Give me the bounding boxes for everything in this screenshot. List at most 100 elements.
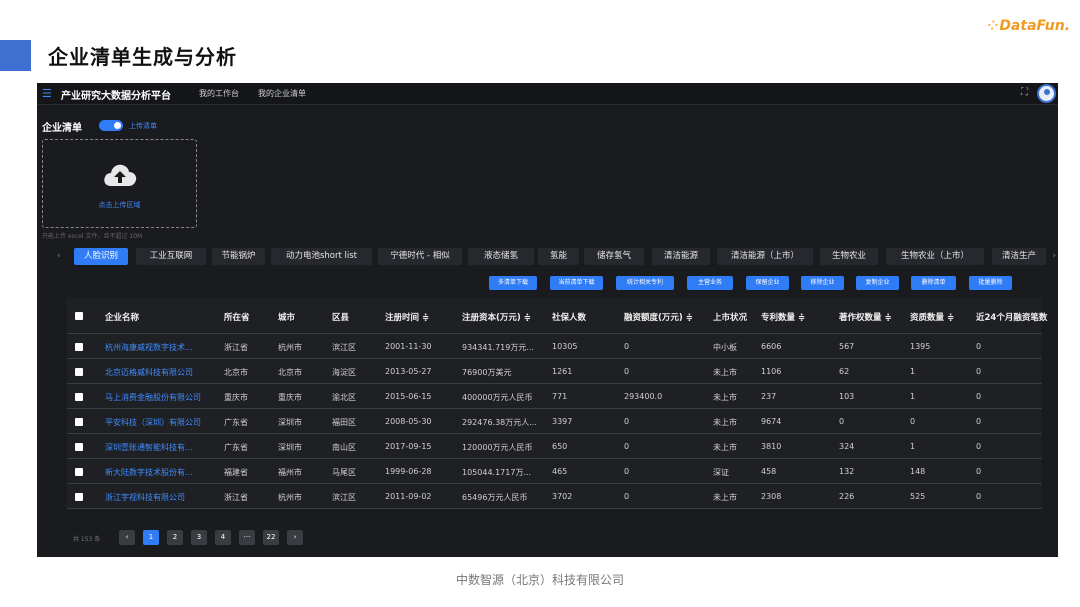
col-patent-count[interactable]: 专利数量 ≑ [761,311,805,323]
company-name-link[interactable]: 平安科技（深圳）有限公司 [105,417,217,428]
copyright-count-cell: 132 [839,467,855,476]
page-ellipsis-button[interactable]: ··· [239,530,255,545]
col-copyright-count[interactable]: 著作权数量 ≑ [839,311,892,323]
tab-catl-similar[interactable]: 宁德时代 - 相似 [378,248,462,265]
menu-icon[interactable]: ☰ [42,87,52,100]
qualification-count-cell: 1395 [910,342,931,351]
fullscreen-icon[interactable]: ⛶ [1021,87,1028,98]
financing-24m-cell: 0 [976,417,982,426]
company-name-link[interactable]: 新大陆数字技术股份有... [105,467,217,478]
tab-clean-production[interactable]: 清洁生产 [992,248,1046,265]
tab-face-recognition[interactable]: 人脸识别 [74,248,128,265]
col-listing-status[interactable]: 上市状况 [713,311,747,323]
city-cell: 重庆市 [278,393,302,402]
tab-hydrogen-energy[interactable]: 氢能 [538,248,579,265]
batch-delete-button[interactable]: 批量删除 [969,276,1012,290]
tab-clean-energy-listed[interactable]: 清洁能源（上市） [717,248,813,265]
table-row[interactable]: 浙江宇视科技有限公司 浙江省 杭州市 滨江区 2011-09-02 65496万… [67,484,1042,509]
social-security-cell: 650 [552,442,568,451]
page-next-button[interactable]: › [287,530,303,545]
tab-bio-agriculture[interactable]: 生物农业 [820,248,878,265]
register-capital-cell: 105044.1717万... [462,468,532,477]
main-business-button[interactable]: 主营业务 [687,276,733,290]
company-list-label: 企业清单 [42,123,82,134]
logo-dots-icon: ⁘ [987,19,999,34]
listing-status-cell: 未上市 [713,443,737,452]
page-4-button[interactable]: 4 [215,530,231,545]
qualification-count-cell: 525 [910,492,926,501]
copyright-count-cell: 226 [839,492,855,501]
table-row[interactable]: 杭州海康威视数字技术... 浙江省 杭州市 滨江区 2001-11-30 934… [67,334,1042,359]
page-prev-button[interactable]: ‹ [119,530,135,545]
page-22-button[interactable]: 22 [263,530,279,545]
copy-company-button[interactable]: 复制企业 [856,276,899,290]
nav-my-company-list[interactable]: 我的企业清单 [258,88,306,99]
nav-my-workbench[interactable]: 我的工作台 [199,88,239,99]
register-capital-cell: 934341.719万元... [462,343,534,352]
tab-clean-energy[interactable]: 清洁能源 [652,248,710,265]
tab-bio-agriculture-listed[interactable]: 生物农业（上市） [886,248,984,265]
table-row[interactable]: 新大陆数字技术股份有... 福建省 福州市 马尾区 1999-06-28 105… [67,459,1042,484]
row-checkbox[interactable] [75,493,83,501]
select-all-checkbox[interactable] [75,312,83,320]
company-name-link[interactable]: 浙江宇视科技有限公司 [105,492,217,503]
tab-industrial-internet[interactable]: 工业互联网 [136,248,206,265]
col-register-date[interactable]: 注册时间 ≑ [385,311,429,323]
col-company-name[interactable]: 企业名称 [105,311,139,323]
table-row[interactable]: 马上消费金融股份有限公司 重庆市 重庆市 渝北区 2015-06-15 4000… [67,384,1042,409]
row-checkbox[interactable] [75,343,83,351]
district-cell: 南山区 [332,443,356,452]
table-row[interactable]: 深圳壹账通智能科技有... 广东省 深圳市 南山区 2017-09-15 120… [67,434,1042,459]
col-qualification-count[interactable]: 资质数量 ≑ [910,311,954,323]
province-cell: 浙江省 [224,343,248,352]
row-checkbox[interactable] [75,393,83,401]
upload-toggle[interactable] [99,120,123,131]
financing-24m-cell: 0 [976,492,982,501]
col-district[interactable]: 区县 [332,311,349,323]
upload-dropzone[interactable]: 点击上传区域 [42,139,197,228]
financing-amount-cell: 0 [624,442,630,451]
page-2-button[interactable]: 2 [167,530,183,545]
row-checkbox[interactable] [75,368,83,376]
financing-amount-cell: 0 [624,367,630,376]
datafun-logo: ⁘DataFun. [987,18,1070,34]
col-register-capital[interactable]: 注册资本(万元) ≑ [462,311,531,323]
financing-amount-cell: 0 [624,492,630,501]
col-social-security[interactable]: 社保人数 [552,311,586,323]
tab-power-battery[interactable]: 动力电池short list [271,248,372,265]
tab-energy-boiler[interactable]: 节能锅炉 [212,248,265,265]
company-name-link[interactable]: 马上消费金融股份有限公司 [105,392,217,403]
remove-company-button[interactable]: 移除企业 [801,276,844,290]
tab-prev-icon[interactable]: ‹ [57,251,61,261]
company-name-link[interactable]: 北京迈格威科技有限公司 [105,367,217,378]
row-checkbox[interactable] [75,468,83,476]
district-cell: 福田区 [332,418,356,427]
page-3-button[interactable]: 3 [191,530,207,545]
company-name-link[interactable]: 深圳壹账通智能科技有... [105,442,217,453]
district-cell: 海淀区 [332,368,356,377]
company-name-link[interactable]: 杭州海康威视数字技术... [105,342,217,353]
copyright-count-cell: 62 [839,367,850,376]
table-row[interactable]: 平安科技（深圳）有限公司 广东省 深圳市 福田区 2008-05-30 2924… [67,409,1042,434]
col-financing-24m[interactable]: 近24个月融资笔数 [976,311,1047,323]
current-list-download-button[interactable]: 当前清单下载 [550,276,603,290]
row-checkbox[interactable] [75,443,83,451]
patent-count-cell: 237 [761,392,777,401]
patent-stats-button[interactable]: 统计相关专利 [616,276,674,290]
keep-company-button[interactable]: 保留企业 [746,276,789,290]
col-province[interactable]: 所在省 [224,311,250,323]
district-cell: 滨江区 [332,493,356,502]
page-1-button[interactable]: 1 [143,530,159,545]
slide: 企业清单生成与分析 ⁘DataFun. ☰ 产业研究大数据分析平台 我的工作台 … [0,0,1080,607]
col-city[interactable]: 城市 [278,311,295,323]
tab-next-icon[interactable]: › [1052,251,1056,261]
table-row[interactable]: 北京迈格威科技有限公司 北京市 北京市 海淀区 2013-05-27 76900… [67,359,1042,384]
row-checkbox[interactable] [75,418,83,426]
tab-hydrogen-storage[interactable]: 储存氢气 [584,248,644,265]
delete-list-button[interactable]: 删除清单 [911,276,956,290]
col-financing-amount[interactable]: 融资额度(万元) ≑ [624,311,693,323]
avatar[interactable] [1037,84,1056,103]
multi-list-download-button[interactable]: 多清单下载 [489,276,537,290]
tab-liquid-hydrogen[interactable]: 液态储氢 [468,248,534,265]
financing-24m-cell: 0 [976,467,982,476]
